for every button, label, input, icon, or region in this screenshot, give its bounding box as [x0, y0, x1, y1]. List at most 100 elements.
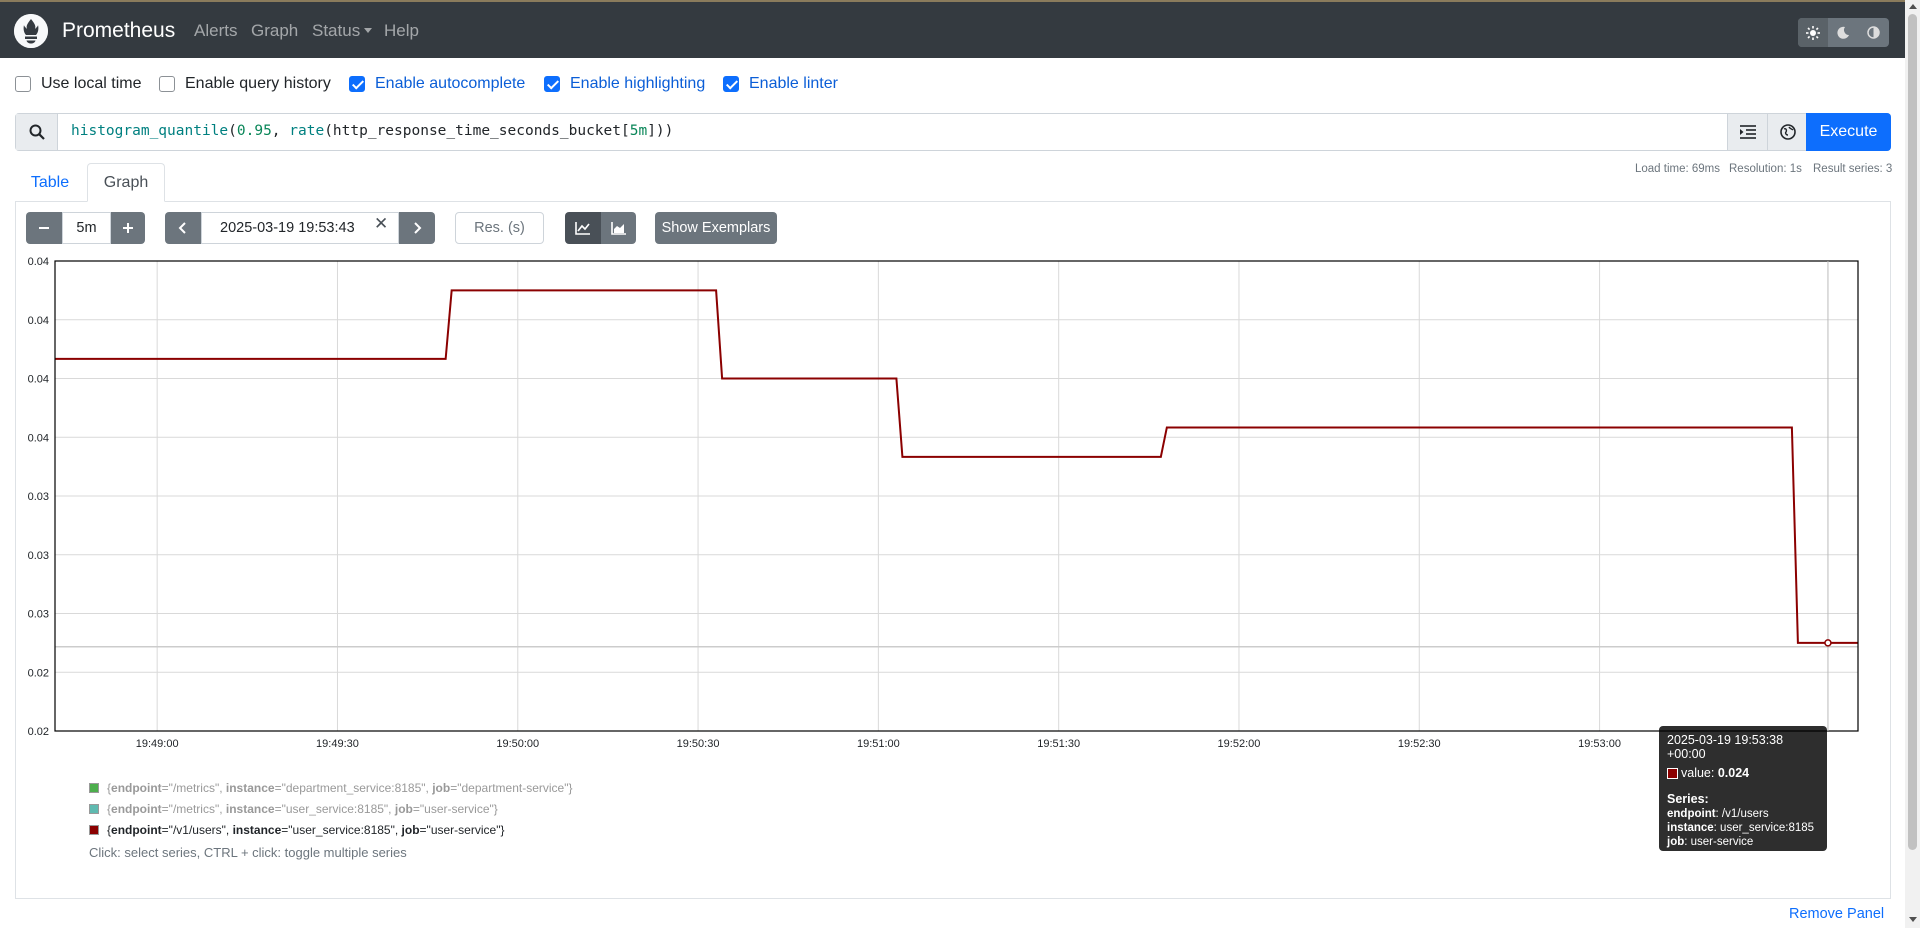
tab-graph[interactable]: Graph	[87, 163, 165, 202]
remove-panel-link[interactable]: Remove Panel	[1789, 906, 1884, 922]
show-exemplars-button[interactable]: Show Exemplars	[655, 212, 777, 244]
sun-icon[interactable]	[1798, 18, 1829, 47]
y-tick-label: 0.04	[28, 432, 49, 444]
nav-status[interactable]: Status	[312, 21, 373, 41]
tooltip-time: 2025-03-19 19:53:38 +00:00	[1667, 733, 1784, 761]
brand-name[interactable]: Prometheus	[62, 19, 175, 43]
resolution: Resolution: 1s	[1729, 163, 1802, 175]
use-local-time-checkbox[interactable]: Use local time	[15, 75, 141, 93]
series-color-swatch	[1667, 767, 1678, 779]
expression-token: 0.95	[236, 123, 272, 139]
expression-token: ]))	[647, 123, 674, 139]
page-scrollbar[interactable]	[1905, 0, 1920, 928]
increase-range-button[interactable]	[111, 212, 145, 244]
y-tick-label: 0.02	[28, 667, 49, 679]
y-tick-label: 0.04	[28, 256, 49, 268]
expression-token: (http_response_time_seconds_bucket[	[324, 123, 630, 139]
nav-alerts[interactable]: Alerts	[194, 21, 237, 41]
tooltip-label-job: job: user-service	[1667, 836, 1754, 848]
search-icon	[16, 114, 58, 150]
x-tick-label: 19:50:30	[677, 738, 720, 750]
autocomplete-checkbox[interactable]: Enable autocomplete	[349, 75, 525, 93]
checkbox-checked-icon	[544, 76, 560, 92]
scroll-up-arrow-icon[interactable]	[1909, 4, 1917, 9]
scroll-thumb[interactable]	[1908, 14, 1917, 850]
series-color-swatch	[89, 825, 99, 835]
expression-input[interactable]: histogram_quantile(0.95, rate(http_respo…	[15, 113, 1891, 151]
legend-text: {endpoint="/metrics", instance="departme…	[107, 781, 573, 795]
end-time-input[interactable]: 2025-03-19 19:53:43	[201, 212, 399, 244]
graph-chart[interactable]: 0.04 0.04 0.04 0.04 0.03 0.03 0.03 0.02 0.02 19:…	[15, 254, 1875, 754]
y-tick-label: 0.04	[28, 374, 49, 386]
area-chart-icon	[610, 222, 626, 235]
x-tick-label: 19:52:00	[1218, 738, 1261, 750]
metrics-explorer-icon[interactable]	[1767, 114, 1807, 150]
use-local-time-label: Use local time	[41, 75, 142, 92]
tooltip-value-label: value:	[1681, 766, 1715, 780]
previous-time-button[interactable]	[165, 212, 201, 244]
expression-text[interactable]: histogram_quantile(0.95, rate(http_respo…	[71, 123, 673, 139]
load-time: Load time: 69ms	[1635, 163, 1721, 175]
nav-help[interactable]: Help	[384, 21, 419, 41]
line-chart-button[interactable]	[565, 212, 601, 244]
navbar: Prometheus Alerts Graph Status Help	[0, 0, 1905, 58]
nav-graph[interactable]: Graph	[251, 21, 298, 41]
query-history-label: Enable query history	[185, 75, 331, 92]
nav-status-label: Status	[312, 21, 361, 40]
series-color-swatch	[89, 783, 99, 793]
checkbox-checked-icon	[723, 76, 739, 92]
contrast-icon[interactable]	[1859, 18, 1889, 47]
x-tick-label: 19:50:00	[496, 738, 539, 750]
y-tick-label: 0.03	[28, 609, 49, 621]
tab-table[interactable]: Table	[15, 163, 85, 202]
range-input[interactable]: 5m	[62, 212, 111, 244]
x-tick-label: 19:49:30	[316, 738, 359, 750]
tooltip-series-heading: Series:	[1667, 792, 1709, 806]
query-history-checkbox[interactable]: Enable query history	[159, 75, 331, 93]
x-tick-label: 19:53:00	[1578, 738, 1621, 750]
x-tick-label: 19:52:30	[1398, 738, 1441, 750]
format-expression-icon[interactable]	[1727, 114, 1767, 150]
expression-token: 5m	[629, 123, 648, 139]
checkbox-unchecked-icon	[15, 76, 31, 92]
expression-token: rate	[289, 123, 325, 139]
x-tick-label: 19:49:00	[136, 738, 179, 750]
linter-checkbox[interactable]: Enable linter	[723, 75, 838, 93]
expression-token: (	[228, 123, 237, 139]
clear-end-time-icon[interactable]: ✕	[374, 214, 388, 234]
expression-token: histogram_quantile	[71, 123, 229, 139]
legend-text: {endpoint="/v1/users", instance="user_se…	[107, 823, 505, 837]
expression-token: ,	[271, 123, 290, 139]
tooltip-label-instance: instance: user_service:8185	[1667, 822, 1815, 834]
legend-text: {endpoint="/metrics", instance="user_ser…	[107, 802, 498, 816]
legend-item[interactable]: {endpoint="/metrics", instance="departme…	[89, 781, 573, 795]
y-tick-label: 0.04	[28, 315, 49, 327]
y-tick-label: 0.03	[28, 550, 49, 562]
series-line[interactable]	[55, 289, 1858, 644]
legend-item[interactable]: {endpoint="/v1/users", instance="user_se…	[89, 823, 504, 837]
y-tick-label: 0.02	[28, 726, 49, 738]
y-tick-label: 0.03	[28, 491, 49, 503]
tooltip-label-endpoint: endpoint: /v1/users	[1667, 808, 1769, 820]
stacked-chart-button[interactable]	[601, 212, 636, 244]
legend-item[interactable]: {endpoint="/metrics", instance="user_ser…	[89, 802, 498, 816]
resolution-input[interactable]: Res. (s)	[455, 212, 544, 244]
decrease-range-button[interactable]	[26, 212, 62, 244]
hover-point-marker	[1824, 639, 1832, 647]
chevron-left-icon	[178, 222, 186, 234]
legend-hint: Click: select series, CTRL + click: togg…	[89, 845, 407, 860]
moon-icon[interactable]	[1828, 18, 1858, 47]
x-tick-label: 19:51:00	[857, 738, 900, 750]
x-tick-label: 19:51:30	[1037, 738, 1080, 750]
next-time-button[interactable]	[399, 212, 435, 244]
theme-switcher	[1798, 18, 1889, 47]
checkbox-checked-icon	[349, 76, 365, 92]
scroll-down-arrow-icon[interactable]	[1909, 917, 1917, 922]
highlighting-checkbox[interactable]: Enable highlighting	[544, 75, 705, 93]
series-color-swatch	[89, 804, 99, 814]
prometheus-logo-icon[interactable]	[14, 14, 48, 48]
tooltip-value: value: 0.024	[1667, 766, 1819, 780]
graph-tooltip: 2025-03-19 19:53:38 +00:00 value: 0.024 …	[1659, 726, 1827, 851]
execute-button[interactable]: Execute	[1806, 113, 1891, 151]
autocomplete-label: Enable autocomplete	[375, 75, 526, 92]
